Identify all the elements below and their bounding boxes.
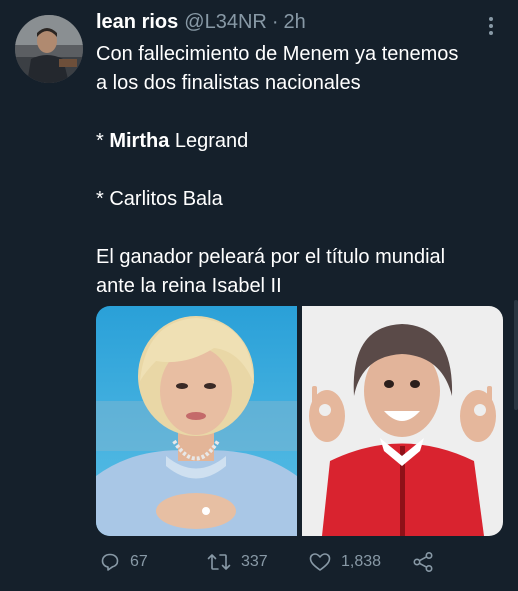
more-icon[interactable] [480, 14, 502, 38]
retweet-icon [207, 554, 231, 570]
share-button[interactable] [412, 548, 434, 576]
tweet-text: Con fallecimiento de Menem ya tenemos a … [96, 40, 506, 301]
tweet-header: lean rios @L34NR · 2h [96, 11, 306, 37]
tweet-actions: 67 337 1,838 [96, 548, 506, 576]
bullet-prefix: * [96, 130, 110, 152]
separator-dot: · [271, 11, 279, 33]
tweet-text-line: El ganador peleará por el título mundial [96, 246, 446, 268]
retweet-button[interactable]: 337 [207, 548, 268, 576]
heart-icon [309, 553, 331, 571]
tweet-media[interactable] [96, 306, 503, 536]
tweet-text-line: Con fallecimiento de Menem ya tenemos [96, 43, 459, 65]
photo-right[interactable] [302, 306, 503, 536]
author-handle[interactable]: @L34NR [184, 11, 267, 34]
tweet-timestamp[interactable]: 2h [284, 11, 306, 34]
tweet-text-line: a los dos finalistas nacionales [96, 72, 361, 94]
avatar-image [15, 15, 83, 83]
reply-count: 67 [130, 553, 148, 570]
avatar[interactable] [15, 15, 83, 83]
author-name[interactable]: lean rios [96, 11, 178, 34]
like-count: 1,838 [341, 553, 382, 570]
photo-left[interactable] [96, 306, 297, 536]
bullet-rest: Legrand [169, 130, 249, 152]
reply-button[interactable]: 67 [100, 548, 148, 576]
bold-name: Mirtha [109, 130, 170, 152]
tweet-bullet-carlitos: * Carlitos Bala [96, 188, 223, 210]
tweet: lean rios @L34NR · 2h Con fallecimiento … [0, 0, 518, 591]
retweet-count: 337 [241, 553, 268, 570]
reply-icon [101, 553, 119, 571]
share-icon [413, 551, 433, 573]
tweet-bullet-mirtha: * Mirtha Legrand [96, 127, 506, 156]
tweet-text-line: ante la reina Isabel II [96, 275, 282, 297]
like-button[interactable]: 1,838 [309, 548, 381, 576]
scrollbar[interactable] [514, 300, 518, 410]
